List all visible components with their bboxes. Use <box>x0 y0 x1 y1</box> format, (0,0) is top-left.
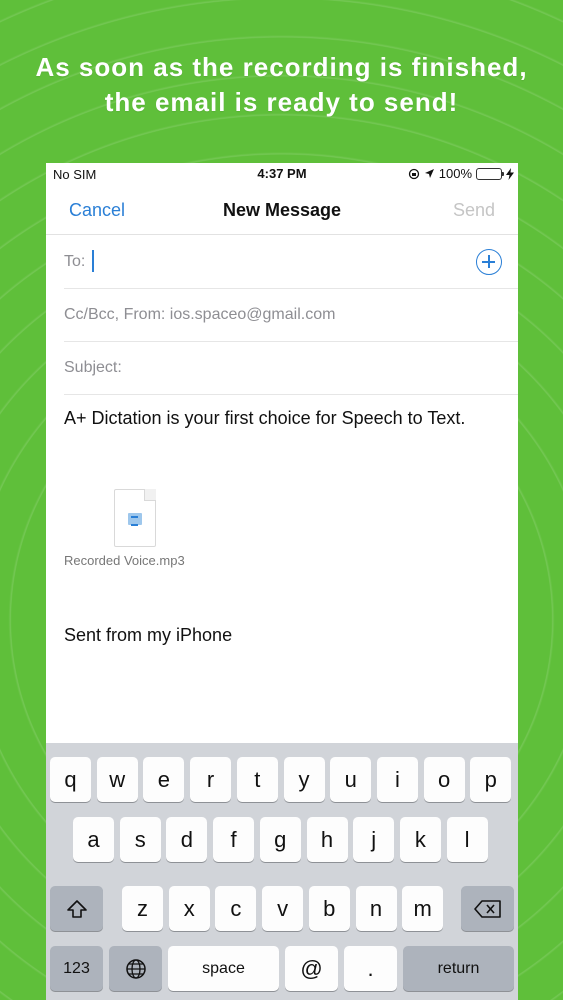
shift-key[interactable] <box>50 886 103 931</box>
charging-bolt-icon <box>506 167 514 180</box>
key-t[interactable]: t <box>236 757 278 802</box>
status-bar: No SIM 4:37 PM 100% <box>46 163 518 185</box>
space-key[interactable]: space <box>168 946 279 991</box>
at-key[interactable]: @ <box>285 946 338 991</box>
key-o[interactable]: o <box>423 757 465 802</box>
battery-percent: 100% <box>438 166 472 181</box>
to-label: To: <box>64 253 86 270</box>
audio-file-icon <box>114 489 156 547</box>
numbers-key[interactable]: 123 <box>50 946 103 991</box>
key-e[interactable]: e <box>143 757 185 802</box>
headline-line-2: the email is ready to send! <box>104 87 459 117</box>
cc-bcc-from-label: Cc/Bcc, From: ios.spaceo@gmail.com <box>64 306 336 323</box>
key-n[interactable]: n <box>355 886 397 931</box>
message-body[interactable]: A+ Dictation is your first choice for Sp… <box>64 405 484 432</box>
signature: Sent from my iPhone <box>64 625 233 645</box>
page-title: New Message <box>222 200 342 220</box>
key-h[interactable]: h <box>306 817 348 862</box>
key-y[interactable]: y <box>283 757 325 802</box>
backspace-key[interactable] <box>461 886 514 931</box>
key-m[interactable]: m <box>402 886 444 931</box>
key-b[interactable]: b <box>308 886 350 931</box>
subject-field[interactable]: Subject: <box>64 342 518 395</box>
key-f[interactable]: f <box>213 817 255 862</box>
key-z[interactable]: z <box>122 886 163 931</box>
key-g[interactable]: g <box>259 817 301 862</box>
return-key[interactable]: return <box>403 946 514 991</box>
headline-line-1: As soon as the recording is finished, <box>35 52 528 82</box>
backspace-icon <box>473 899 501 918</box>
attachment-name: Recorded Voice.mp3 <box>64 553 185 568</box>
key-s[interactable]: s <box>119 817 161 862</box>
key-d[interactable]: d <box>166 817 208 862</box>
key-a[interactable]: a <box>73 817 114 862</box>
key-k[interactable]: k <box>399 817 441 862</box>
subject-label: Subject: <box>64 359 122 376</box>
key-r[interactable]: r <box>190 757 232 802</box>
key-v[interactable]: v <box>262 886 304 931</box>
location-arrow-icon <box>424 169 434 178</box>
key-x[interactable]: x <box>168 886 210 931</box>
shift-icon <box>66 899 87 918</box>
key-q[interactable]: q <box>50 757 91 802</box>
cc-bcc-from-field[interactable]: Cc/Bcc, From: ios.spaceo@gmail.com <box>64 289 518 342</box>
to-field[interactable]: To: <box>64 236 518 289</box>
add-contact-button[interactable] <box>476 249 502 275</box>
key-c[interactable]: c <box>215 886 257 931</box>
battery-icon <box>476 167 504 180</box>
status-right: 100% <box>408 166 514 181</box>
headline: As soon as the recording is finished, th… <box>0 50 563 120</box>
key-l[interactable]: l <box>446 817 488 862</box>
key-w[interactable]: w <box>96 757 138 802</box>
text-cursor <box>92 250 94 272</box>
key-i[interactable]: i <box>376 757 418 802</box>
period-key[interactable]: . <box>344 946 397 991</box>
send-button[interactable]: Send <box>453 200 495 221</box>
nav-bar: Cancel New Message Send <box>46 185 518 235</box>
orientation-lock-icon <box>408 168 419 179</box>
key-j[interactable]: j <box>353 817 395 862</box>
key-p[interactable]: p <box>470 757 512 802</box>
globe-icon <box>125 958 146 979</box>
phone-screen: No SIM 4:37 PM 100% Cancel New Message S… <box>46 163 518 1000</box>
keyboard: qwertyuiop asdfghjkl zxcvbnm 123 space @… <box>46 743 518 1000</box>
key-u[interactable]: u <box>330 757 372 802</box>
globe-key[interactable] <box>109 946 162 991</box>
